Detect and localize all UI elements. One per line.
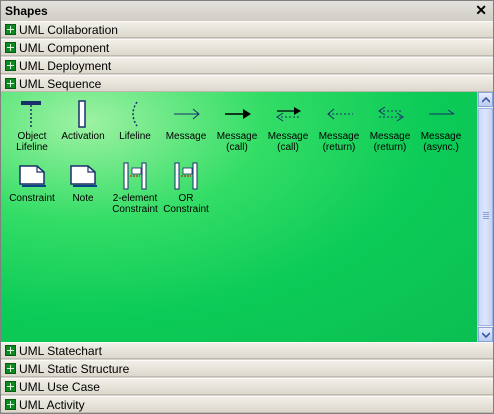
shape-message[interactable]: Message bbox=[158, 98, 214, 142]
stencil-icon bbox=[5, 345, 16, 356]
note-icon bbox=[70, 165, 97, 187]
message-call-return-icon bbox=[276, 107, 301, 122]
scrollbar-thumb[interactable] bbox=[478, 108, 493, 326]
shape-object-lifeline[interactable]: Object Lifeline bbox=[4, 98, 60, 153]
category-uml-deployment[interactable]: UML Deployment bbox=[1, 57, 493, 74]
category-uml-sequence[interactable]: UML Sequence bbox=[1, 75, 493, 92]
lifeline-icon bbox=[132, 101, 138, 127]
category-label: UML Activity bbox=[19, 398, 85, 412]
object-lifeline-icon bbox=[21, 101, 41, 127]
message-arrow-icon bbox=[174, 108, 200, 120]
scroll-up-button[interactable] bbox=[478, 92, 493, 107]
vertical-scrollbar[interactable] bbox=[477, 92, 493, 342]
scroll-down-button[interactable] bbox=[478, 327, 493, 342]
shape-label: Message (call) bbox=[216, 131, 258, 153]
category-label: UML Statechart bbox=[19, 344, 102, 358]
category-uml-collaboration[interactable]: UML Collaboration bbox=[1, 21, 493, 38]
category-uml-use-case[interactable]: UML Use Case bbox=[1, 378, 493, 395]
category-uml-statechart[interactable]: UML Statechart bbox=[1, 342, 493, 359]
stencil-icon bbox=[5, 42, 16, 53]
category-label: UML Collaboration bbox=[19, 23, 118, 37]
shape-message-return[interactable]: Message (return) bbox=[311, 98, 367, 153]
panel-titlebar: Shapes ✕ bbox=[1, 1, 493, 22]
shape-two-element-constraint[interactable]: 2-element Constraint bbox=[107, 160, 163, 215]
shape-message-return-double[interactable]: Message (return) bbox=[362, 98, 418, 153]
stencil-icon bbox=[5, 78, 16, 89]
panel-title: Shapes bbox=[5, 4, 48, 18]
stencil-icon bbox=[5, 60, 16, 71]
category-label: UML Sequence bbox=[19, 77, 102, 91]
activation-icon bbox=[78, 100, 86, 128]
shape-label: Note bbox=[72, 193, 94, 204]
shape-label: Message bbox=[165, 131, 207, 142]
shape-label: Constraint bbox=[9, 193, 55, 204]
shape-message-call-return[interactable]: Message (call) bbox=[260, 98, 316, 153]
shape-constraint[interactable]: Constraint bbox=[4, 160, 60, 204]
shape-message-call[interactable]: Message (call) bbox=[209, 98, 265, 153]
stencil-content-area: Object Lifeline Activation Lifeline Mess… bbox=[1, 92, 477, 342]
category-label: UML Use Case bbox=[19, 380, 100, 394]
constraint-icon bbox=[19, 165, 46, 187]
shape-activation[interactable]: Activation bbox=[55, 98, 111, 142]
shape-label: Activation bbox=[61, 131, 105, 142]
message-async-icon bbox=[429, 109, 455, 115]
two-element-constraint-icon bbox=[123, 162, 147, 190]
close-icon[interactable]: ✕ bbox=[475, 3, 487, 17]
message-return-icon bbox=[327, 108, 353, 120]
shape-or-constraint[interactable]: OR Constraint bbox=[158, 160, 214, 215]
shapes-panel: Shapes ✕ UML Collaboration UML Component… bbox=[0, 0, 494, 414]
shape-label: OR Constraint bbox=[163, 193, 209, 215]
category-label: UML Component bbox=[19, 41, 110, 55]
stencil-icon bbox=[5, 381, 16, 392]
shape-label: Lifeline bbox=[119, 131, 151, 142]
stencil-icon bbox=[5, 399, 16, 410]
category-label: UML Deployment bbox=[19, 59, 112, 73]
shape-label: Message (async.) bbox=[420, 131, 462, 153]
category-label: UML Static Structure bbox=[19, 362, 130, 376]
grip-icon bbox=[483, 212, 489, 220]
stencil-icon bbox=[5, 363, 16, 374]
shape-label: Message (call) bbox=[267, 131, 309, 153]
category-uml-component[interactable]: UML Component bbox=[1, 39, 493, 56]
shape-note[interactable]: Note bbox=[55, 160, 111, 204]
shape-message-async[interactable]: Message (async.) bbox=[413, 98, 469, 153]
shape-lifeline[interactable]: Lifeline bbox=[107, 98, 163, 142]
shape-label: 2-element Constraint bbox=[112, 193, 158, 215]
chevron-down-icon bbox=[482, 332, 490, 338]
or-constraint-icon bbox=[174, 162, 198, 190]
chevron-up-icon bbox=[482, 97, 490, 103]
shape-label: Object Lifeline bbox=[16, 131, 48, 153]
stencil-icon bbox=[5, 24, 16, 35]
category-uml-activity[interactable]: UML Activity bbox=[1, 396, 493, 413]
category-uml-static-structure[interactable]: UML Static Structure bbox=[1, 360, 493, 377]
message-return-double-icon bbox=[378, 106, 404, 122]
shape-label: Message (return) bbox=[369, 131, 411, 153]
shape-label: Message (return) bbox=[318, 131, 360, 153]
message-call-icon bbox=[225, 109, 251, 119]
